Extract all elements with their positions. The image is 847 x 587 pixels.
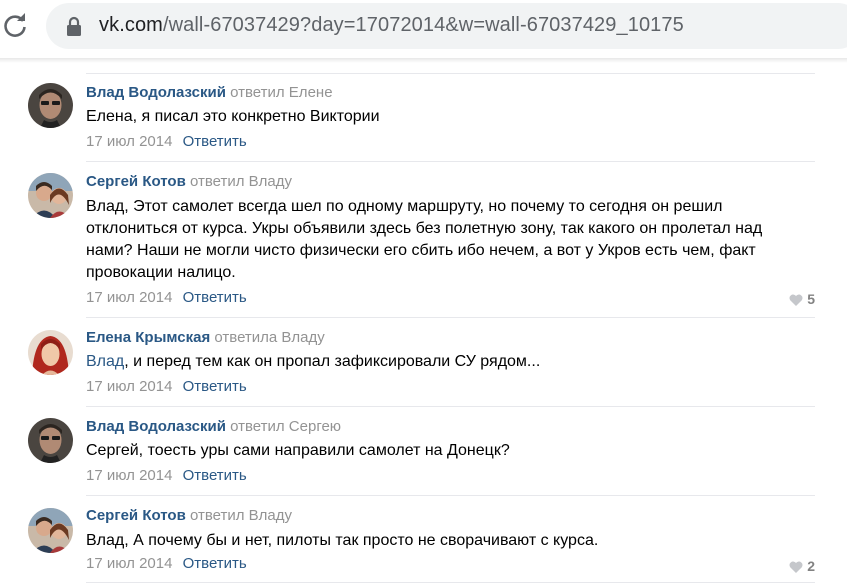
author-link[interactable]: Елена Крымская <box>86 329 210 346</box>
comment-date[interactable]: 17 июл 2014 <box>86 555 172 572</box>
like-button[interactable]: 5 <box>789 289 815 309</box>
author-link[interactable]: Влад Водолазский <box>86 84 226 101</box>
author-link[interactable]: Сергей Котов <box>86 507 186 524</box>
reply-to-label: ответил Елене <box>230 84 333 101</box>
reply-button[interactable]: Ответить <box>183 133 247 150</box>
reply-to-label: ответил Владу <box>189 507 293 524</box>
reply-button[interactable]: Ответить <box>183 289 247 306</box>
avatar[interactable] <box>28 508 73 553</box>
avatar[interactable] <box>28 330 73 375</box>
comment-text: Влад, А почему бы и нет, пилоты так прос… <box>86 530 796 552</box>
comment-date[interactable]: 17 июл 2014 <box>86 378 172 395</box>
comment-header: Елена Крымская ответила Владу <box>86 328 325 348</box>
url-domain: vk.com <box>99 14 163 36</box>
reply-button[interactable]: Ответить <box>183 555 247 572</box>
reload-icon[interactable] <box>2 13 28 39</box>
comment-meta: 17 июл 2014 Ответить <box>86 132 247 152</box>
comment-meta: 17 июл 2014 Ответить <box>86 466 247 486</box>
comment-body: Елена, я писал это конкретно Виктории <box>86 108 380 125</box>
comment-meta: 17 июл 2014 Ответить <box>86 288 247 308</box>
reply-to-label: ответил Владу <box>189 173 293 190</box>
comment-text: Елена, я писал это конкретно Виктории <box>86 106 796 128</box>
comment-header: Влад Водолазский ответил Елене <box>86 83 333 103</box>
divider <box>86 582 815 583</box>
divider <box>86 495 815 496</box>
divider <box>86 73 815 74</box>
like-button[interactable]: 2 <box>789 556 815 576</box>
comment-date[interactable]: 17 июл 2014 <box>86 289 172 306</box>
divider <box>86 406 815 407</box>
comment-text: Влад, Этот самолет всегда шел по одному … <box>86 196 796 284</box>
heart-icon <box>789 561 803 573</box>
heart-icon <box>789 294 803 306</box>
reply-to-label: ответила Владу <box>214 329 325 346</box>
divider <box>86 161 815 162</box>
avatar[interactable] <box>28 173 73 218</box>
lock-icon[interactable] <box>66 16 82 36</box>
like-count: 5 <box>807 291 815 307</box>
comment-header: Влад Водолазский ответил Сергею <box>86 417 341 437</box>
author-link[interactable]: Влад Водолазский <box>86 418 226 435</box>
browser-toolbar: vk.com/wall-67037429?day=17072014&w=wall… <box>0 0 847 58</box>
comment-date[interactable]: 17 июл 2014 <box>86 467 172 484</box>
toolbar-shadow <box>0 58 847 63</box>
comment-text: Сергей, тоесть уры сами направили самоле… <box>86 440 796 462</box>
url-path: /wall-67037429?day=17072014&w=wall-67037… <box>162 14 684 36</box>
url-text[interactable]: vk.com/wall-67037429?day=17072014&w=wall… <box>99 12 684 38</box>
comment-header: Сергей Котов ответил Владу <box>86 172 292 192</box>
divider <box>86 317 815 318</box>
avatar[interactable] <box>28 418 73 463</box>
comment-header: Сергей Котов ответил Владу <box>86 506 292 526</box>
reply-button[interactable]: Ответить <box>183 378 247 395</box>
comment-meta: 17 июл 2014 Ответить <box>86 377 247 397</box>
comment-body: Влад, Этот самолет всегда шел по одному … <box>86 198 763 281</box>
like-count: 2 <box>807 558 815 574</box>
avatar[interactable] <box>28 83 73 128</box>
comment-body: Влад, А почему бы и нет, пилоты так прос… <box>86 532 599 549</box>
comment-date[interactable]: 17 июл 2014 <box>86 133 172 150</box>
comment-text: Влад, и перед тем как он пропал зафиксир… <box>86 351 796 373</box>
author-link[interactable]: Сергей Котов <box>86 173 186 190</box>
mention-link[interactable]: Влад <box>86 353 124 370</box>
reply-button[interactable]: Ответить <box>183 467 247 484</box>
comment-body: , и перед тем как он пропал зафиксировал… <box>124 353 541 370</box>
comment-body: Сергей, тоесть уры сами направили самоле… <box>86 442 510 459</box>
comment-meta: 17 июл 2014 Ответить <box>86 554 247 574</box>
reply-to-label: ответил Сергею <box>230 418 342 435</box>
